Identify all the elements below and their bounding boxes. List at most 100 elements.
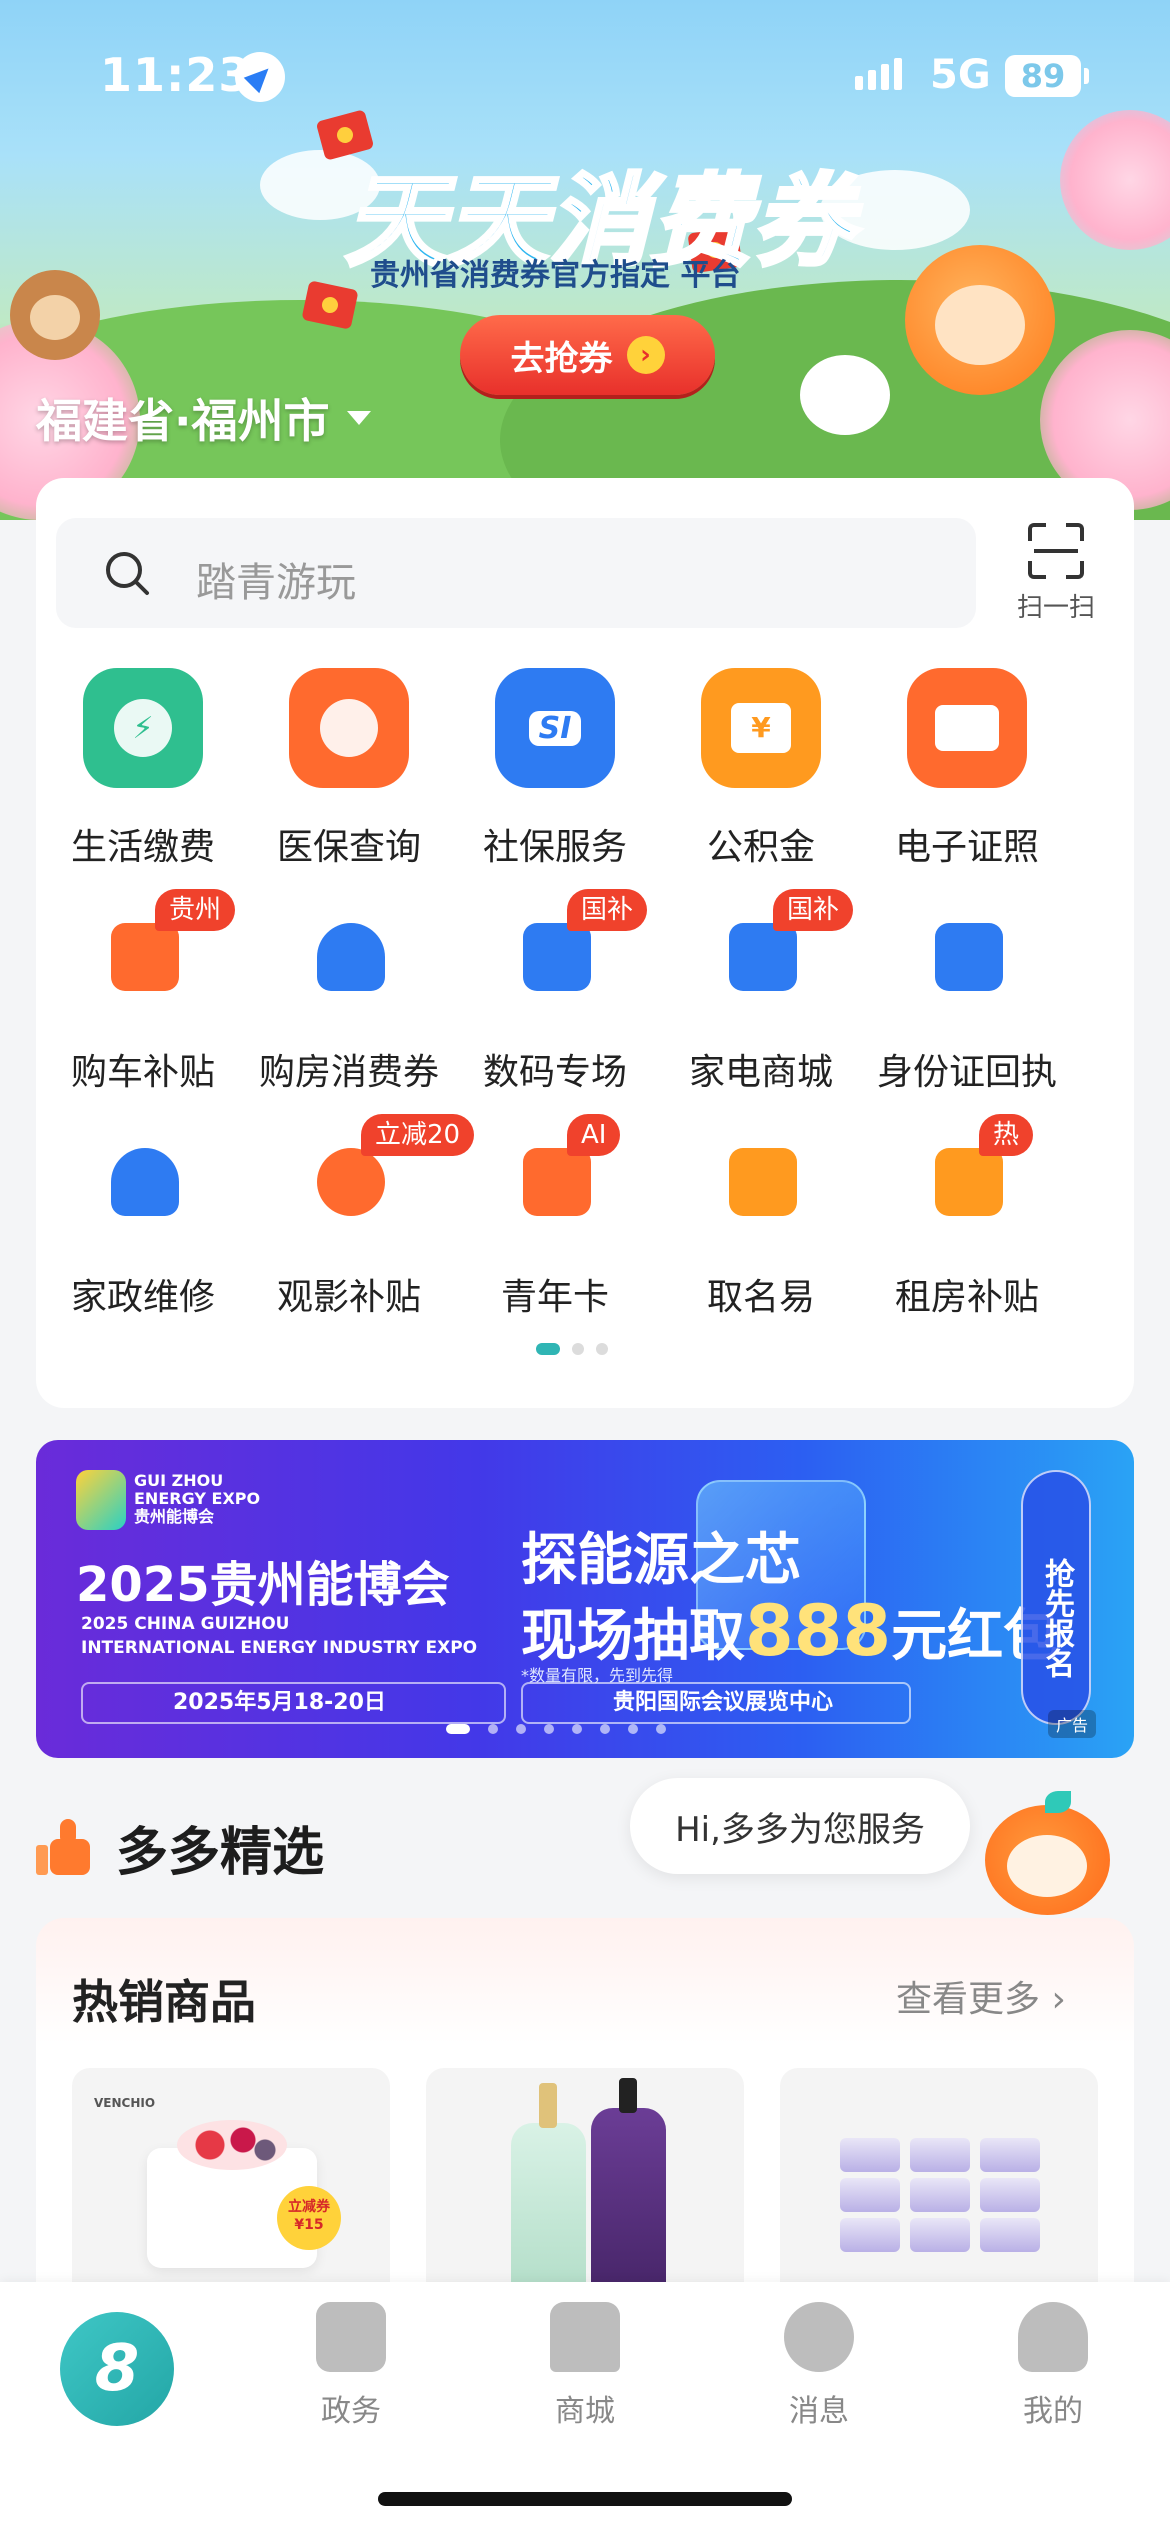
- search-input[interactable]: 踏青游玩: [56, 518, 976, 628]
- tab-label: 我的: [1023, 2394, 1083, 2429]
- water-drop-icon: ⚡: [83, 668, 203, 788]
- home-tab-logo[interactable]: 8: [60, 2312, 174, 2426]
- service-appliance[interactable]: 国补 家电商城: [656, 889, 866, 1095]
- service-naming[interactable]: 取名易: [656, 1118, 866, 1320]
- tab-label: 商城: [555, 2394, 615, 2429]
- scan-icon: [1028, 523, 1084, 579]
- e-license-icon: [907, 668, 1027, 788]
- orange-mascot: [905, 245, 1055, 395]
- location-arrow-icon: [235, 52, 285, 102]
- tab-profile[interactable]: 我的: [936, 2302, 1170, 2430]
- service-social-security[interactable]: SI 社保服务: [450, 668, 660, 870]
- service-label: 购房消费券: [258, 1052, 439, 1093]
- service-id-receipt[interactable]: 身份证回执: [862, 893, 1072, 1095]
- tissue-pack-image: [980, 2138, 1040, 2172]
- energy-expo-banner[interactable]: GUI ZHOU ENERGY EXPO 贵州能博会 2025贵州能博会 202…: [36, 1440, 1134, 1758]
- tissue-pack-image: [910, 2178, 970, 2212]
- expo-logo-text: GUI ZHOU ENERGY EXPO 贵州能博会: [134, 1471, 261, 1526]
- government-icon: [316, 2302, 386, 2372]
- tab-government[interactable]: 政务: [234, 2302, 468, 2430]
- service-card: 踏青游玩 扫一扫 ⚡ 生活缴费 医保查询 SI 社保服务 ¥ 公积金 电子证照 …: [36, 478, 1134, 1408]
- status-bar: 11:23 5G 89: [0, 0, 1170, 150]
- tissue-pack-image: [840, 2178, 900, 2212]
- grid-page-indicator: [536, 1343, 608, 1355]
- youth-card-icon: [523, 1148, 591, 1216]
- badge: 贵州: [155, 889, 236, 931]
- product-brand: VENCHIO: [94, 2096, 156, 2110]
- service-housing-fund[interactable]: ¥ 公积金: [656, 668, 866, 870]
- signal-icon: [855, 58, 902, 90]
- section-title: 多多精选: [116, 1823, 325, 1883]
- grab-coupon-button[interactable]: 去抢券 ›: [460, 315, 715, 395]
- service-label: 生活缴费: [70, 827, 215, 868]
- service-life-payment[interactable]: ⚡ 生活缴费: [38, 668, 248, 870]
- banner-date: 2025年5月18-20日: [81, 1682, 506, 1724]
- service-e-license[interactable]: 电子证照: [862, 668, 1072, 870]
- service-label: 租房补贴: [894, 1277, 1039, 1318]
- expo-logo-icon: [76, 1470, 126, 1530]
- tissue-pack-image: [980, 2178, 1040, 2212]
- movie-icon: [317, 1148, 385, 1216]
- car-subsidy-icon: [111, 923, 179, 991]
- house-coupon-icon: [317, 923, 385, 991]
- battery-icon: 89: [1005, 55, 1089, 97]
- banner-english-line: 2025 CHINA GUIZHOU: [81, 1614, 290, 1634]
- prize-prefix: 现场抽取: [521, 1604, 745, 1669]
- register-button[interactable]: 抢先报名: [1021, 1470, 1091, 1725]
- home-indicator: [378, 2492, 792, 2506]
- city-selector[interactable]: 福建省·福州市: [36, 385, 372, 451]
- scan-label: 扫一扫: [1016, 593, 1095, 623]
- tissue-pack-image: [840, 2218, 900, 2252]
- mall-icon: [550, 2302, 620, 2372]
- tissue-pack-image: [840, 2138, 900, 2172]
- service-grid: ⚡ 生活缴费 医保查询 SI 社保服务 ¥ 公积金 电子证照 贵州 购车补贴 购…: [36, 668, 1134, 1343]
- search-placeholder: 踏青游玩: [196, 560, 356, 606]
- banner-english-line: INTERNATIONAL ENERGY INDUSTRY EXPO: [81, 1638, 478, 1658]
- hero-banner[interactable]: 11:23 5G 89 天天消费券 贵州省消费券官方指定 平台 去抢券 › 福建…: [0, 0, 1170, 520]
- service-car-subsidy[interactable]: 贵州 购车补贴: [38, 889, 248, 1095]
- dog-mascot: [800, 355, 890, 435]
- service-label: 身份证回执: [876, 1052, 1057, 1093]
- message-icon: [784, 2302, 854, 2372]
- tab-message[interactable]: 消息: [702, 2302, 936, 2430]
- monkey-mascot: [10, 270, 100, 360]
- service-youth-card[interactable]: AI 青年卡: [450, 1114, 660, 1320]
- hot-products-card: 热销商品 查看更多 › VENCHIO 立减券 ¥15: [36, 1918, 1134, 2348]
- banner-title: 2025贵州能博会: [76, 1557, 450, 1613]
- assistant-bubble[interactable]: Hi,多多为您服务: [630, 1778, 970, 1874]
- housing-fund-icon: ¥: [701, 668, 821, 788]
- chevron-right-icon: ›: [626, 336, 665, 374]
- badge: 热: [979, 1114, 1034, 1156]
- service-digital[interactable]: 国补 数码专场: [450, 889, 660, 1095]
- naming-icon: [729, 1148, 797, 1216]
- service-label: 家电商城: [688, 1052, 833, 1093]
- section-header: 多多精选: [36, 1810, 324, 1885]
- coupon-badge: 立减券 ¥15: [277, 2186, 341, 2250]
- tab-mall[interactable]: 商城: [468, 2302, 702, 2430]
- caret-down-icon: [347, 411, 372, 425]
- social-security-icon: SI: [495, 668, 615, 788]
- service-rent[interactable]: 热 租房补贴: [862, 1114, 1072, 1320]
- service-label: 观影补贴: [276, 1277, 421, 1318]
- banner-page-indicator: [446, 1724, 666, 1734]
- service-label: 取名易: [706, 1277, 815, 1318]
- scan-button[interactable]: 扫一扫: [996, 523, 1116, 633]
- badge: AI: [567, 1114, 621, 1156]
- banner-headline-prize: 现场抽取888元红包: [521, 1590, 1059, 1672]
- see-more-link[interactable]: 查看更多 ›: [896, 1970, 1066, 2022]
- service-label: 青年卡: [500, 1277, 609, 1318]
- badge: 国补: [567, 889, 648, 931]
- service-home-repair[interactable]: 家政维修: [38, 1118, 248, 1320]
- badge: 国补: [773, 889, 854, 931]
- thumbs-up-icon: [36, 1818, 94, 1877]
- service-medical-insurance[interactable]: 医保查询: [244, 668, 454, 870]
- service-movie[interactable]: 立减20 观影补贴: [244, 1114, 475, 1320]
- promo-subtitle: 贵州省消费券官方指定 平台: [370, 258, 741, 293]
- rent-icon: [935, 1148, 1003, 1216]
- grab-coupon-label: 去抢券: [510, 338, 613, 379]
- assistant-mascot-icon[interactable]: [985, 1791, 1110, 1915]
- medical-insurance-icon: [289, 668, 409, 788]
- tissue-pack-image: [910, 2138, 970, 2172]
- service-house-coupon[interactable]: 购房消费券: [244, 893, 454, 1095]
- banner-venue: 贵阳国际会议展览中心: [521, 1682, 911, 1724]
